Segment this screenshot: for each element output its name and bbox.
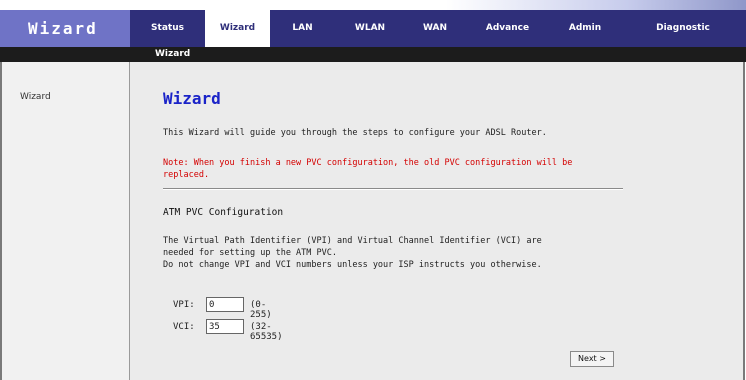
main-content: Wizard This Wizard will guide you throug…: [130, 62, 743, 380]
page-title: Wizard: [163, 89, 221, 108]
top-strip: [0, 0, 746, 10]
pvc-info-line-1: The Virtual Path Identifier (VPI) and Vi…: [163, 236, 542, 246]
wizard-description: This Wizard will guide you through the s…: [163, 128, 547, 138]
sidebar: Wizard: [0, 62, 130, 380]
nav-wizard[interactable]: Wizard: [205, 10, 270, 47]
nav-status[interactable]: Status: [130, 10, 205, 47]
section-title: ATM PVC Configuration: [163, 207, 284, 218]
left-border: [0, 62, 2, 380]
vpi-label: VPI:: [173, 300, 195, 310]
vpi-input[interactable]: [206, 297, 244, 312]
nav-advance[interactable]: Advance: [465, 10, 550, 47]
nav-diagnostic[interactable]: Diagnostic: [620, 10, 746, 47]
pvc-info: The Virtual Path Identifier (VPI) and Vi…: [163, 235, 643, 271]
top-navigation-bar: Wizard Status Wizard LAN WLAN WAN Advanc…: [0, 10, 746, 47]
vci-input[interactable]: [206, 319, 244, 334]
nav-lan[interactable]: LAN: [270, 10, 335, 47]
vci-label: VCI:: [173, 322, 195, 332]
pvc-info-line-3: Do not change VPI and VCI numbers unless…: [163, 260, 542, 270]
nav-admin[interactable]: Admin: [550, 10, 620, 47]
sub-nav-wizard[interactable]: Wizard: [155, 47, 190, 62]
sidebar-item-wizard[interactable]: Wizard: [20, 92, 51, 102]
next-button[interactable]: Next >: [570, 351, 614, 367]
nav-wlan[interactable]: WLAN: [335, 10, 405, 47]
nav-wan[interactable]: WAN: [405, 10, 465, 47]
vci-range: (32-65535): [250, 322, 283, 342]
top-strip-decoration: [446, 0, 746, 10]
divider: [163, 188, 623, 190]
pvc-info-line-2: needed for setting up the ATM PVC.: [163, 248, 337, 258]
sub-navigation-bar: Wizard: [0, 47, 746, 62]
vpi-range: (0-255): [250, 300, 272, 320]
wizard-logo: Wizard: [0, 10, 130, 47]
right-border: [743, 62, 745, 380]
warning-note: Note: When you finish a new PVC configur…: [163, 158, 573, 180]
